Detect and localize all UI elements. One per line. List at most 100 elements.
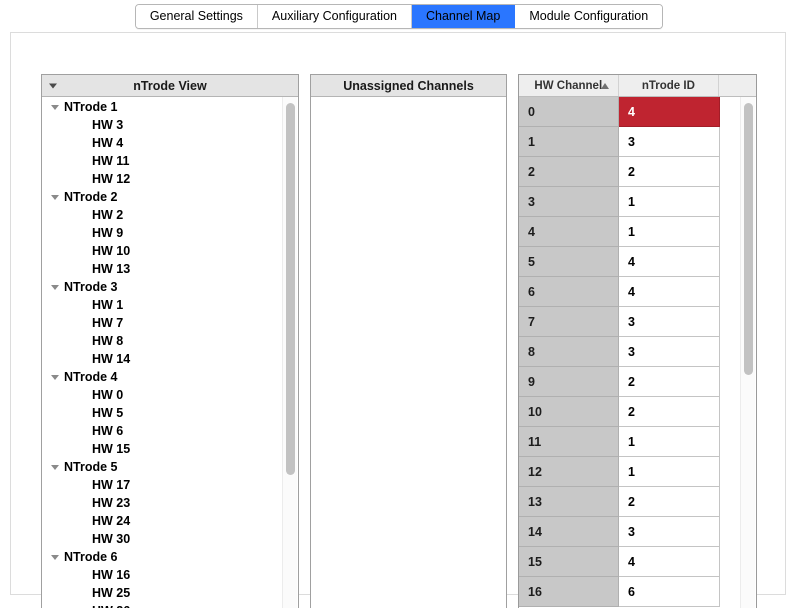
cell-ntrode-id[interactable]: 2 [619,157,720,187]
cell-ntrode-id[interactable]: 2 [619,367,720,397]
cell-hw-channel[interactable]: 3 [519,187,619,217]
triangle-down-icon[interactable] [51,105,59,110]
cell-ntrode-id[interactable]: 4 [619,247,720,277]
tree-channel-row[interactable]: HW 15 [42,440,298,458]
channel-map-table-scrollbar[interactable] [740,97,755,608]
tree-group-row[interactable]: NTrode 1 [42,98,298,116]
triangle-down-icon[interactable] [49,83,57,88]
table-row[interactable]: 15 4 [519,547,756,577]
cell-hw-channel[interactable]: 15 [519,547,619,577]
unassigned-channels-list[interactable] [311,97,506,98]
cell-ntrode-id[interactable]: 1 [619,427,720,457]
tree-channel-row[interactable]: HW 7 [42,314,298,332]
table-row[interactable]: 54 [519,247,756,277]
cell-hw-channel[interactable]: 14 [519,517,619,547]
tree-channel-row[interactable]: HW 2 [42,206,298,224]
cell-hw-channel[interactable]: 12 [519,457,619,487]
cell-ntrode-id[interactable]: 4 [619,547,720,577]
table-row[interactable]: 16 6 [519,577,756,607]
column-header-ntrode-id[interactable]: nTrode ID [618,75,720,96]
cell-ntrode-id[interactable]: 1 [619,187,720,217]
table-rows[interactable]: 0 4 1 3 2 2 3 1 4 1 5 4 6 4 7 3 8 3 9 2 10 2 11 1 12 1 13 2 14 3 15 4 16… [519,97,756,607]
tree-channel-row[interactable]: HW 17 [42,476,298,494]
tab-general-settings[interactable]: General Settings [135,4,258,28]
cell-ntrode-id[interactable]: 3 [619,517,720,547]
ntrode-view-body[interactable]: NTrode 1 HW 3 HW 4 HW 11 HW 12 NTrode 2 HW 2 HW… [42,97,298,608]
tree-channel-row[interactable]: HW 5 [42,404,298,422]
table-row[interactable]: 22 [519,157,756,187]
triangle-down-icon[interactable] [51,285,59,290]
ntrode-tree[interactable]: NTrode 1 HW 3 HW 4 HW 11 HW 12 NTrode 2 HW 2 HW… [42,97,298,608]
cell-ntrode-id[interactable]: 6 [619,577,720,607]
ntrode-view-scrollbar[interactable] [282,97,297,608]
tree-channel-row[interactable]: HW 11 [42,152,298,170]
tree-channel-row[interactable]: HW 0 [42,386,298,404]
table-row[interactable]: 41 [519,217,756,247]
channel-map-table-scrollbar-thumb[interactable] [744,103,753,375]
cell-hw-channel[interactable]: 5 [519,247,619,277]
table-row[interactable]: 13 2 [519,487,756,517]
channel-map-table-body[interactable]: 0 4 1 3 2 2 3 1 4 1 5 4 6 4 7 3 8 3 9 2 10 2 11 1 12 1 13 2 14 3 15 4 16… [519,97,756,608]
triangle-down-icon[interactable] [51,375,59,380]
tree-channel-row[interactable]: HW 13 [42,260,298,278]
cell-ntrode-id-selected[interactable]: 4 [619,97,720,127]
tree-channel-row[interactable]: HW 3 [42,116,298,134]
tree-channel-row[interactable]: HW 6 [42,422,298,440]
cell-ntrode-id[interactable]: 3 [619,127,720,157]
tree-channel-row[interactable]: HW 4 [42,134,298,152]
cell-hw-channel[interactable]: 13 [519,487,619,517]
table-row[interactable]: 13 [519,127,756,157]
ntrode-view-scrollbar-thumb[interactable] [286,103,295,475]
cell-hw-channel[interactable]: 10 [519,397,619,427]
cell-ntrode-id[interactable]: 1 [619,217,720,247]
tree-channel-row[interactable]: HW 10 [42,242,298,260]
tab-channel-map[interactable]: Channel Map [411,4,516,28]
tree-group-row[interactable]: NTrode 4 [42,368,298,386]
tree-channel-row[interactable]: HW 24 [42,512,298,530]
tree-channel-row[interactable]: HW 26 [42,602,298,608]
table-row[interactable]: 73 [519,307,756,337]
cell-hw-channel[interactable]: 11 [519,427,619,457]
cell-hw-channel[interactable]: 4 [519,217,619,247]
cell-hw-channel[interactable]: 6 [519,277,619,307]
unassigned-channels-body[interactable] [311,97,506,608]
cell-hw-channel[interactable]: 7 [519,307,619,337]
cell-ntrode-id[interactable]: 2 [619,487,720,517]
table-row[interactable]: 12 1 [519,457,756,487]
cell-hw-channel[interactable]: 2 [519,157,619,187]
cell-hw-channel[interactable]: 9 [519,367,619,397]
cell-ntrode-id[interactable]: 3 [619,307,720,337]
tab-module-configuration[interactable]: Module Configuration [515,4,663,28]
table-row[interactable]: 11 1 [519,427,756,457]
tree-channel-row[interactable]: HW 30 [42,530,298,548]
table-row[interactable]: 92 [519,367,756,397]
cell-hw-channel[interactable]: 0 [519,97,619,127]
tree-channel-row[interactable]: HW 9 [42,224,298,242]
tree-group-row[interactable]: NTrode 5 [42,458,298,476]
tree-channel-row[interactable]: HW 1 [42,296,298,314]
triangle-down-icon[interactable] [51,465,59,470]
tree-channel-row[interactable]: HW 8 [42,332,298,350]
table-row[interactable]: 64 [519,277,756,307]
tab-auxiliary-configuration[interactable]: Auxiliary Configuration [257,4,412,28]
table-row[interactable]: 04 [519,97,756,127]
tree-channel-row[interactable]: HW 23 [42,494,298,512]
cell-ntrode-id[interactable]: 2 [619,397,720,427]
column-header-spacer[interactable] [719,75,756,96]
tree-group-row[interactable]: NTrode 6 [42,548,298,566]
tree-channel-row[interactable]: HW 12 [42,170,298,188]
triangle-down-icon[interactable] [51,195,59,200]
tree-channel-row[interactable]: HW 25 [42,584,298,602]
cell-ntrode-id[interactable]: 4 [619,277,720,307]
tree-group-row[interactable]: NTrode 3 [42,278,298,296]
table-row[interactable]: 31 [519,187,756,217]
triangle-down-icon[interactable] [51,555,59,560]
tree-group-row[interactable]: NTrode 2 [42,188,298,206]
table-row[interactable]: 10 2 [519,397,756,427]
cell-hw-channel[interactable]: 16 [519,577,619,607]
tree-channel-row[interactable]: HW 16 [42,566,298,584]
cell-ntrode-id[interactable]: 3 [619,337,720,367]
ntrode-view-header[interactable]: nTrode View [42,75,298,97]
tree-channel-row[interactable]: HW 14 [42,350,298,368]
cell-hw-channel[interactable]: 1 [519,127,619,157]
